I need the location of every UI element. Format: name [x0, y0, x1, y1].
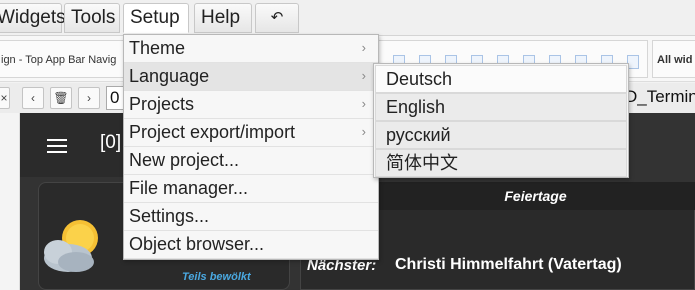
menu-setup[interactable]: Setup: [123, 3, 189, 33]
setup-item-settings[interactable]: Settings...: [124, 203, 378, 231]
chevron-right-icon: ›: [361, 96, 366, 111]
left-panel-strip: [0, 113, 20, 290]
setup-item-project-export-import[interactable]: Project export/import ›: [124, 119, 378, 147]
trash-icon[interactable]: 🗑: [50, 87, 72, 109]
chevron-right-icon: ›: [361, 124, 366, 139]
close-icon[interactable]: ×: [0, 87, 10, 109]
chevron-right-icon: ›: [361, 68, 366, 83]
language-submenu: Deutsch English русский 简体中文: [373, 63, 629, 178]
chevron-right-icon: ›: [361, 40, 366, 55]
setup-item-object-browser[interactable]: Object browser...: [124, 231, 378, 259]
undo-button[interactable]: ↶: [255, 3, 299, 33]
language-item-deutsch[interactable]: Deutsch: [375, 65, 627, 93]
menu-tools[interactable]: Tools: [64, 3, 120, 33]
top-app-bar: [20, 113, 140, 177]
language-item-russian[interactable]: русский: [375, 121, 627, 149]
setup-item-label: Theme: [129, 38, 186, 58]
prev-view-button[interactable]: ‹: [22, 87, 44, 109]
partly-cloudy-icon: [44, 220, 98, 272]
setup-item-file-manager[interactable]: File manager...: [124, 175, 378, 203]
view-selector-group: ign - Top App Bar Navig: [0, 40, 126, 78]
all-widgets-label[interactable]: All wid: [657, 54, 692, 66]
all-widgets-group: All wid: [652, 40, 695, 78]
appbar-text: [0]: [100, 132, 122, 153]
setup-item-label: Projects: [129, 94, 195, 114]
weather-condition: Teils bewölkt: [182, 271, 251, 283]
setup-item-label: Language: [129, 66, 210, 86]
setup-item-projects[interactable]: Projects ›: [124, 91, 378, 119]
language-item-chinese[interactable]: 简体中文: [375, 149, 627, 177]
language-item-english[interactable]: English: [375, 93, 627, 121]
holiday-next-value: Christi Himmelfahrt (Vatertag): [395, 256, 622, 273]
hamburger-menu-icon[interactable]: [47, 139, 67, 153]
widget-name-field[interactable]: D_Termin: [622, 86, 695, 110]
next-view-button[interactable]: ›: [78, 87, 100, 109]
menu-widgets[interactable]: Widgets: [0, 3, 66, 33]
setup-item-theme[interactable]: Theme ›: [124, 35, 378, 63]
holiday-title: Feiertage: [376, 182, 695, 210]
setup-menu: Theme › Language › Projects › Project expor…: [123, 34, 379, 260]
setup-item-label: Project export/import: [129, 122, 296, 142]
view-name[interactable]: ign - Top App Bar Navig: [1, 54, 116, 66]
setup-item-new-project[interactable]: New project...: [124, 147, 378, 175]
menu-help[interactable]: Help: [194, 3, 252, 33]
menu-bar: Widgets Tools Setup Help ↶: [0, 0, 695, 36]
setup-item-language[interactable]: Language ›: [124, 63, 378, 91]
